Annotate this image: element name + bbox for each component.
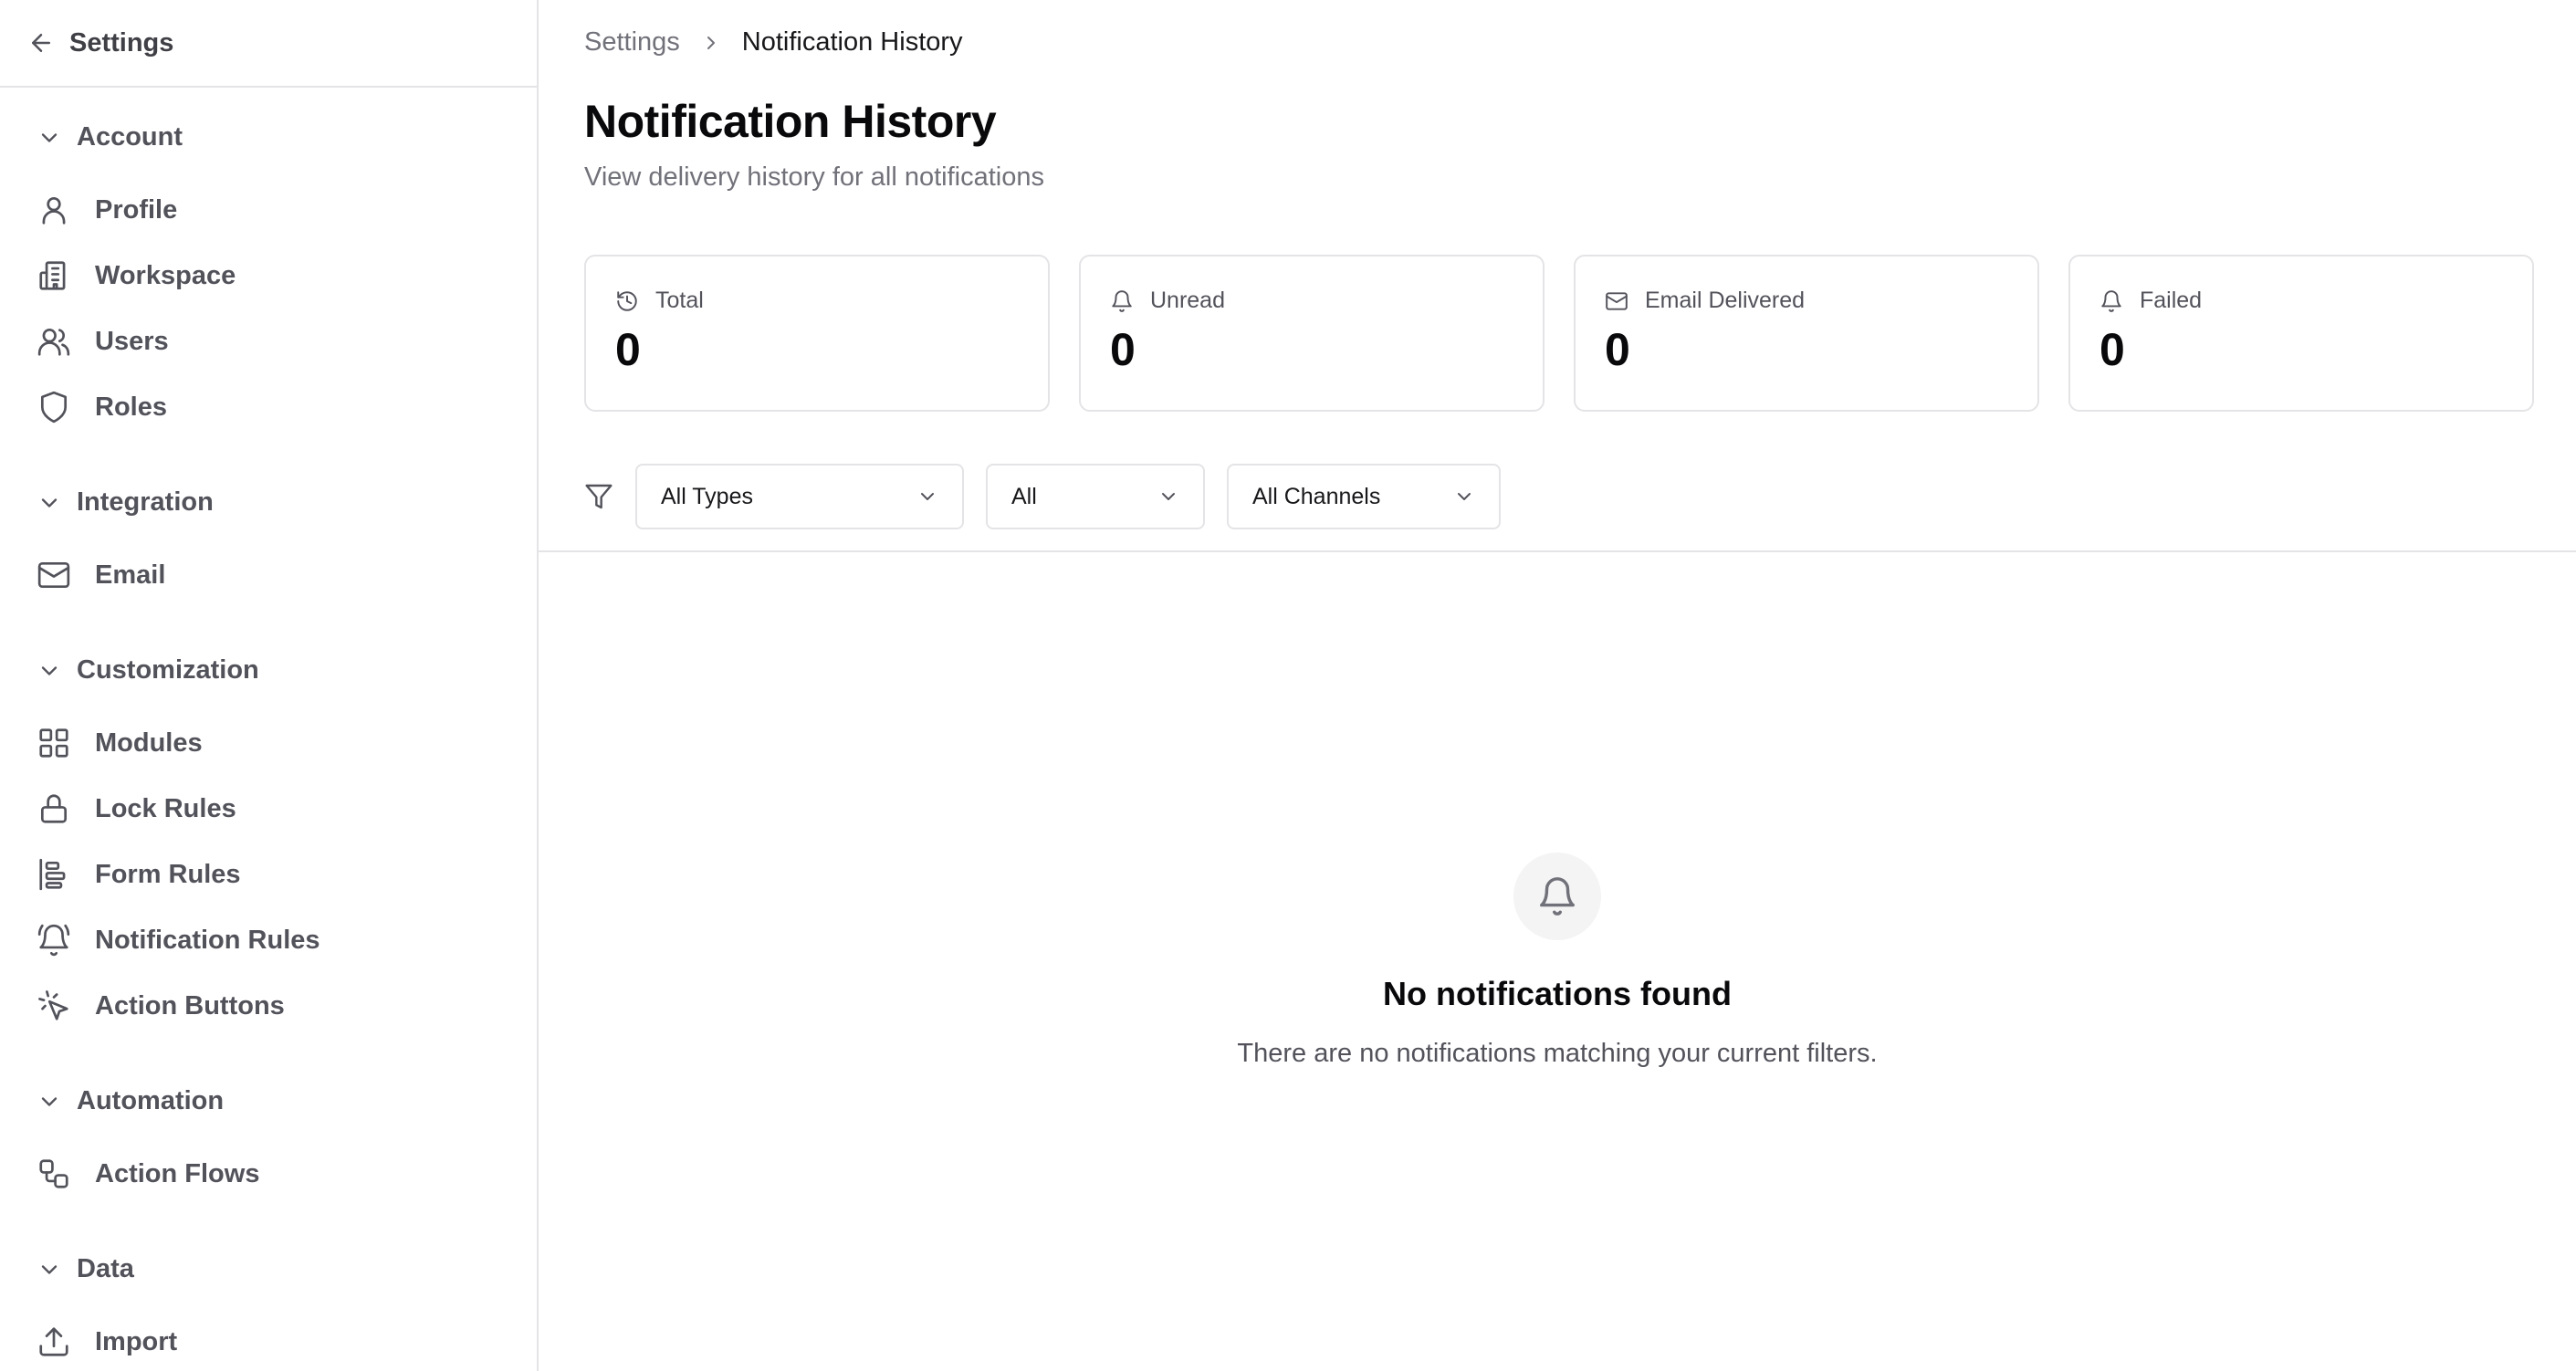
stat-value: 0 [2100,324,2125,375]
back-label: Settings [69,27,174,58]
chevron-down-icon [41,665,58,675]
stat-card-email-delivered: Email Delivered 0 [1574,255,2039,412]
mail-icon [37,561,70,589]
section-account-label: Account [77,122,183,152]
empty-state-icon-circle [1513,853,1601,940]
filter-icon [585,484,613,509]
sidebar-item-label: Form Rules [95,859,241,889]
settings-sidebar: Settings Account Profile Workspace Users [0,0,539,1371]
lock-icon [40,794,68,823]
stat-card-total: Total 0 [584,255,1050,412]
page-title: Notification History [584,96,997,147]
sidebar-item-lock-rules[interactable]: Lock Rules [37,783,236,834]
status-filter-value: All [1011,483,1037,509]
upload-icon [39,1327,68,1356]
chevron-down-icon [1458,493,1471,500]
align-bars-icon [39,858,66,891]
chevron-down-icon [1162,493,1175,500]
empty-state-text: There are no notifications matching your… [1237,1039,1878,1068]
stat-value: 0 [1605,324,1630,375]
sidebar-item-notification-rules[interactable]: Notification Rules [37,915,320,966]
sidebar-item-action-buttons[interactable]: Action Buttons [37,980,285,1031]
sidebar-item-label: Users [95,326,169,356]
empty-state-title: No notifications found [1383,975,1732,1012]
grid-icon [39,728,68,758]
sidebar-item-profile[interactable]: Profile [37,184,177,235]
breadcrumb: Settings Notification History [584,27,963,58]
sidebar-item-users[interactable]: Users [37,316,169,367]
stat-label: Email Delivered [1645,288,1806,313]
bell-ring-icon [37,924,70,957]
sidebar-item-workspace[interactable]: Workspace [37,250,236,301]
bell-icon [1112,289,1132,312]
shield-icon [40,391,68,424]
app: Settings Account Profile Workspace Users [0,0,2576,1371]
sidebar-item-modules[interactable]: Modules [37,717,203,769]
sidebar-nav: Account Profile Workspace Users Roles In… [0,88,537,1371]
chevron-down-icon [921,493,934,500]
page-subtitle: View delivery history for all notificati… [584,162,1044,192]
chevron-down-icon [41,1264,58,1274]
sidebar-item-email[interactable]: Email [37,549,165,601]
pointer-click-icon [38,990,68,1020]
sidebar-item-label: Roles [95,392,167,422]
section-data-label: Data [77,1254,134,1283]
stat-value: 0 [1110,324,1136,375]
bell-icon [2101,289,2121,312]
section-integration-toggle[interactable]: Integration [37,487,214,518]
sidebar-item-label: Import [95,1326,178,1356]
section-data-toggle[interactable]: Data [37,1254,134,1284]
section-automation-label: Automation [77,1086,225,1115]
stat-label: Failed [2140,288,2203,313]
stat-card-unread: Unread 0 [1079,255,1545,412]
section-account-toggle[interactable]: Account [37,122,183,152]
channel-filter-value: All Channels [1252,483,1381,509]
breadcrumb-settings-link[interactable]: Settings [584,27,680,58]
sidebar-item-label: Notification Rules [95,925,320,955]
sidebar-item-label: Lock Rules [95,793,236,823]
section-customization-label: Customization [77,655,259,685]
sidebar-item-roles[interactable]: Roles [37,382,167,433]
workflow-icon [39,1159,68,1188]
sidebar-item-label: Modules [95,727,203,758]
stat-label: Total [655,288,704,313]
status-filter-select[interactable]: All [986,464,1205,529]
sidebar-item-label: Workspace [95,260,236,290]
chevron-down-icon [41,1096,58,1106]
stat-label: Unread [1150,288,1225,313]
sidebar-item-label: Action Flows [95,1158,260,1188]
sidebar-item-label: Action Buttons [95,990,285,1020]
type-filter-select[interactable]: All Types [635,464,964,529]
chevron-down-icon [41,132,58,142]
type-filter-value: All Types [661,483,753,509]
sidebar-item-action-flows[interactable]: Action Flows [37,1148,259,1199]
section-automation-toggle[interactable]: Automation [37,1086,224,1116]
back-to-settings-button[interactable]: Settings [0,0,537,88]
users-icon [37,328,70,356]
stats-row: Total 0 Unread 0 Email Delivered 0 Faile… [584,255,2534,412]
main-content: Settings Notification History Notificati… [539,0,2576,1371]
stat-card-failed: Failed 0 [2068,255,2534,412]
filter-bar: All Types All All Channels [584,464,1523,529]
history-icon [617,290,637,311]
arrow-left-icon [32,34,50,52]
user-icon [42,196,66,225]
chevron-right-icon [707,36,715,49]
sidebar-item-form-rules[interactable]: Form Rules [37,849,241,900]
channel-filter-select[interactable]: All Channels [1227,464,1501,529]
sidebar-item-label: Email [95,560,166,590]
empty-state: No notifications found There are no noti… [539,853,2576,1069]
section-integration-label: Integration [77,487,214,517]
chevron-down-icon [41,497,58,508]
bell-icon [1540,877,1575,916]
stat-value: 0 [615,324,641,375]
sidebar-item-import[interactable]: Import [37,1316,177,1367]
mail-icon [1606,291,1628,310]
sidebar-item-label: Profile [95,194,178,225]
building-icon [39,261,66,290]
breadcrumb-current: Notification History [741,27,963,57]
section-customization-toggle[interactable]: Customization [37,655,259,686]
content-divider [539,550,2576,552]
